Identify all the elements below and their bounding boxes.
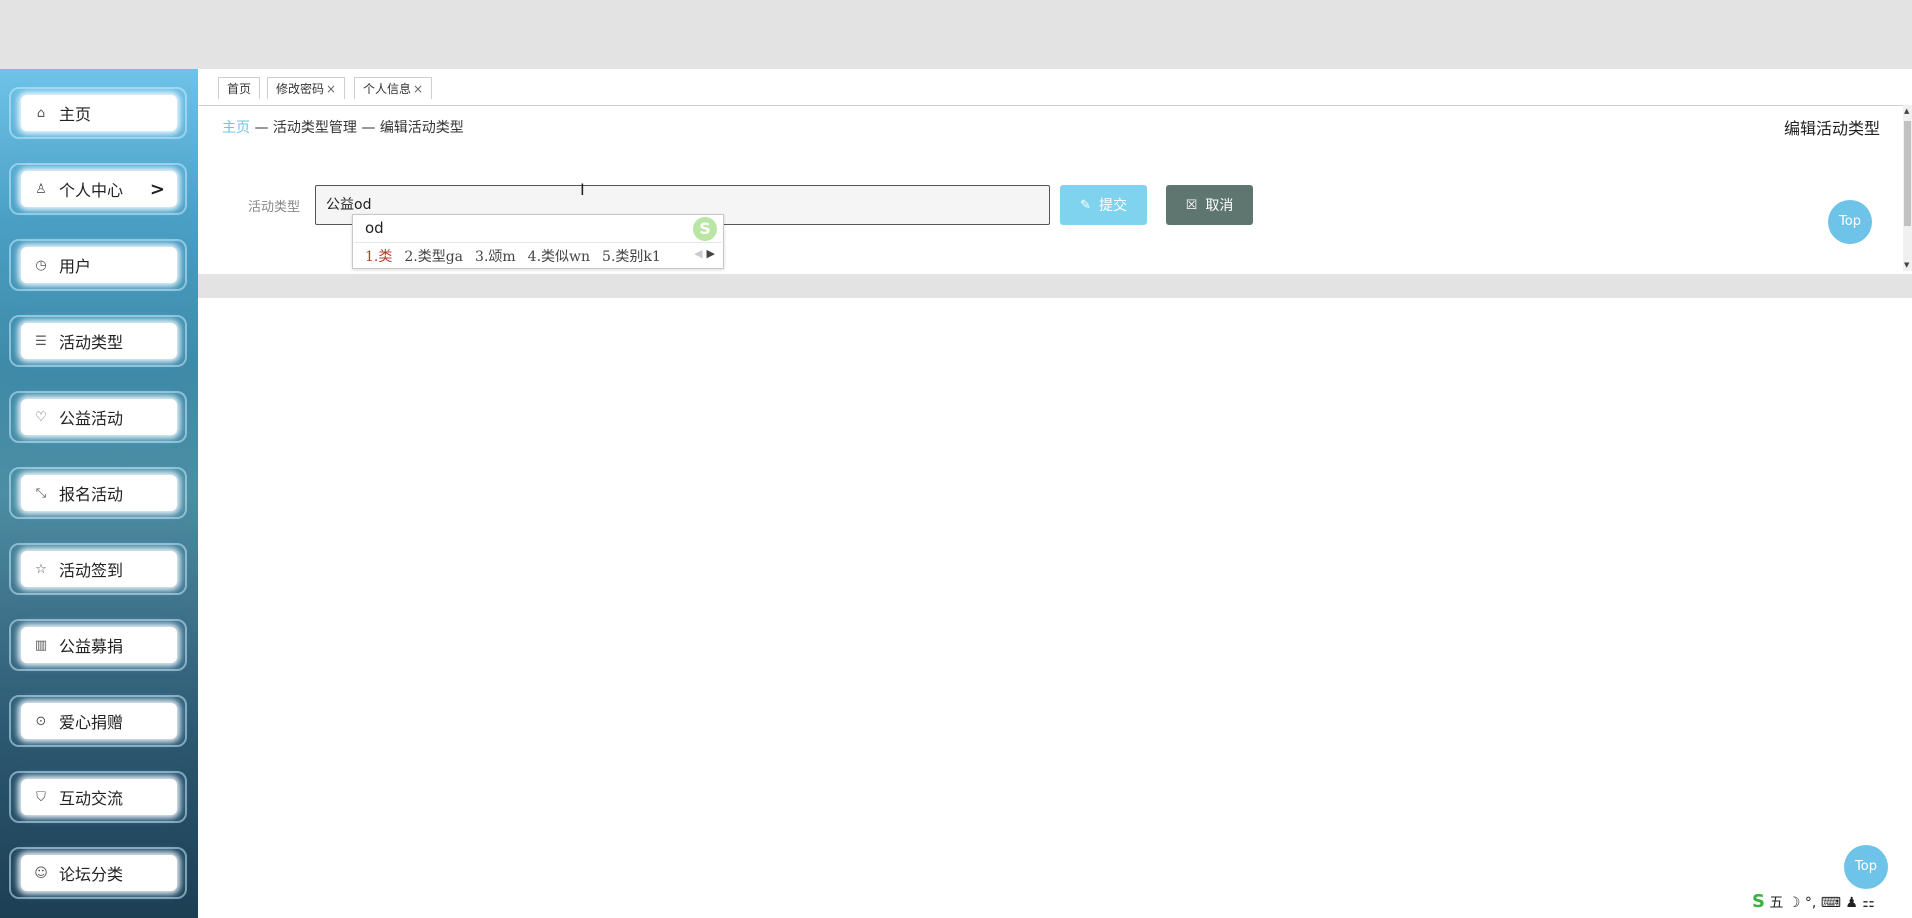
content-divider [198,274,1912,298]
activity-type-label: 活动类型 [248,200,301,215]
breadcrumb: 主页 — 活动类型管理 — 编辑活动类型 [222,120,464,136]
heart-icon: ♡ [35,409,47,425]
sidebar-item-label: 论坛分类 [59,865,124,884]
scrollbar[interactable]: ▲ ▼ [1903,105,1912,271]
page-title: 编辑活动类型 [1783,119,1880,138]
sidebar-item-label: 主页 [59,105,92,124]
sidebar-item-activity-checkin[interactable]: ☆ 活动签到 [9,543,187,595]
sidebar-item-label: 活动签到 [59,561,124,580]
ime-candidate[interactable]: 3.颂m [475,249,516,265]
scroll-thumb[interactable] [1904,121,1911,226]
sidebar-item-fundraising[interactable]: ▥ 公益募捐 [9,619,187,671]
sidebar-item-charity-activity[interactable]: ♡ 公益活动 [9,391,187,443]
tab-bar: 首页 修改密码 × 个人信息 × [198,69,1912,106]
sogou-logo-icon: S [1752,891,1765,912]
target-icon: ⊙ [35,713,47,729]
sidebar-item-label: 公益活动 [59,409,124,428]
ime-status-icons: 五 ☽ °, ⌨ ♟ ⚏ [1769,895,1875,911]
ime-candidate[interactable]: 2.类型ga [404,249,463,265]
ime-candidate-popup: od S 1.类 2.类型ga 3.颂m 4.类似wn 5.类别k1 ◀ ▶ [352,214,724,269]
sogou-logo-icon: S [693,217,717,241]
scroll-down-arrow-icon[interactable]: ▼ [1904,261,1909,269]
sidebar-item-home[interactable]: ⌂ 主页 [9,87,187,139]
sidebar-item-label: 个人中心 [59,181,124,200]
shield-icon: ⛉ [36,789,46,805]
clock-icon: ◷ [35,257,47,273]
scroll-up-arrow-icon[interactable]: ▲ [1904,107,1909,115]
sidebar-item-label: 互动交流 [59,789,124,808]
submit-button[interactable]: ✎ 提交 [1060,185,1147,225]
sidebar-item-label: 用户 [59,257,92,276]
back-to-top-button[interactable]: Top [1828,200,1872,244]
ime-composition: od [365,219,384,237]
sidebar: ⌂ 主页 ♙ 个人中心 > ◷ 用户 ☰ 活动类型 ♡ 公益活动 ⤡ 报名活动 [0,69,198,918]
breadcrumb-section: 活动类型管理 [272,120,357,136]
sidebar-item-donation[interactable]: ⊙ 爱心捐赠 [9,695,187,747]
ime-candidate[interactable]: 1.类 [365,249,392,265]
close-icon[interactable]: × [326,82,336,96]
sidebar-item-label: 爱心捐赠 [59,713,124,732]
home-icon: ⌂ [36,105,46,121]
chevron-right-icon[interactable]: ▶ [707,247,715,260]
sidebar-item-label: 活动类型 [59,333,124,352]
ime-candidates: 1.类 2.类型ga 3.颂m 4.类似wn 5.类别k1 [365,246,673,266]
back-to-top-button[interactable]: Top [1844,845,1888,889]
sidebar-item-interaction[interactable]: ⛉ 互动交流 [9,771,187,823]
sidebar-item-label: 公益募捐 [59,637,124,656]
cancel-button[interactable]: ☒ 取消 [1166,185,1253,225]
sidebar-item-signup-activity[interactable]: ⤡ 报名活动 [9,467,187,519]
sidebar-item-activity-type[interactable]: ☰ 活动类型 [9,315,187,367]
ime-status-tray[interactable]: S 五 ☽ °, ⌨ ♟ ⚏ [1752,891,1875,912]
chat-icon: ☺ [34,865,48,881]
close-square-icon: ☒ [1185,197,1198,213]
tab-change-password[interactable]: 修改密码 × [267,77,346,99]
close-icon[interactable]: × [413,82,423,96]
ime-candidate[interactable]: 4.类似wn [528,249,590,265]
sidebar-item-forum-category[interactable]: ☺ 论坛分类 [9,847,187,899]
chevron-left-icon[interactable]: ◀ [694,247,702,260]
tab-home[interactable]: 首页 [218,77,261,99]
chevron-right-icon: > [149,178,165,200]
text-cursor-icon: I [580,180,585,199]
sidebar-item-users[interactable]: ◷ 用户 [9,239,187,291]
top-header-bar [0,0,1912,69]
ime-candidate[interactable]: 5.类别k1 [602,249,661,265]
star-icon: ☆ [35,561,47,577]
sidebar-item-personal-center[interactable]: ♙ 个人中心 > [9,163,187,215]
breadcrumb-home-link[interactable]: 主页 [222,120,250,136]
shrink-icon: ⤡ [35,485,47,501]
breadcrumb-current: 编辑活动类型 [379,120,464,136]
chart-icon: ▥ [34,637,48,653]
edit-icon: ✎ [1080,197,1091,213]
tab-personal-info[interactable]: 个人信息 × [354,77,433,99]
sidebar-item-label: 报名活动 [59,485,124,504]
list-icon: ☰ [35,333,47,349]
user-icon: ♙ [35,181,47,197]
